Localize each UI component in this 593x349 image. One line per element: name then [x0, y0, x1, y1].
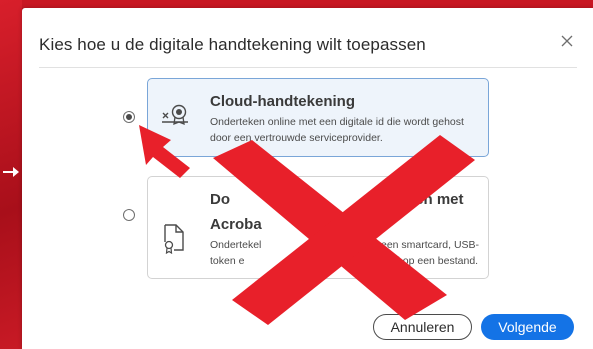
next-button[interactable]: Volgende: [481, 314, 574, 340]
option-description-line2-left: token e: [210, 255, 245, 267]
option-description-line2-right: d op een bestand.: [394, 255, 479, 267]
option-title-line2: Acroba: [210, 216, 262, 233]
dialog-title: Kies hoe u de digitale handtekening wilt…: [39, 35, 426, 54]
option-description-line1: Onderteken online met een digitale id di…: [210, 116, 464, 128]
option-title: Cloud-handtekening: [210, 93, 355, 110]
option-title-part-right: nen met: [406, 191, 464, 208]
option-description-line2: door een vertrouwde serviceprovider.: [210, 132, 383, 144]
arrow-right-icon: [3, 167, 19, 177]
option-description-line1-left: Ondertekel: [210, 239, 262, 251]
cloud-signature-icon: [162, 104, 188, 126]
background-left-strip: [0, 0, 22, 349]
document-certificate-icon: [164, 224, 184, 254]
background-top-strip: [0, 0, 593, 8]
radio-cloud-signature[interactable]: [123, 111, 135, 123]
radio-device-signature[interactable]: [123, 209, 135, 221]
cancel-button[interactable]: Annuleren: [373, 314, 472, 340]
close-icon[interactable]: [560, 34, 574, 48]
header-divider: [39, 67, 577, 68]
option-cloud-signature[interactable]: Cloud-handtekening Onderteken online met…: [147, 78, 489, 157]
option-title-part-left: Do: [210, 191, 230, 208]
option-description-line1-right: een smartcard, USB-: [381, 239, 480, 251]
signature-method-dialog: Kies hoe u de digitale handtekening wilt…: [22, 8, 593, 349]
option-device-signature[interactable]: Do nen met Acroba Ondertekel een smartca…: [147, 176, 489, 279]
